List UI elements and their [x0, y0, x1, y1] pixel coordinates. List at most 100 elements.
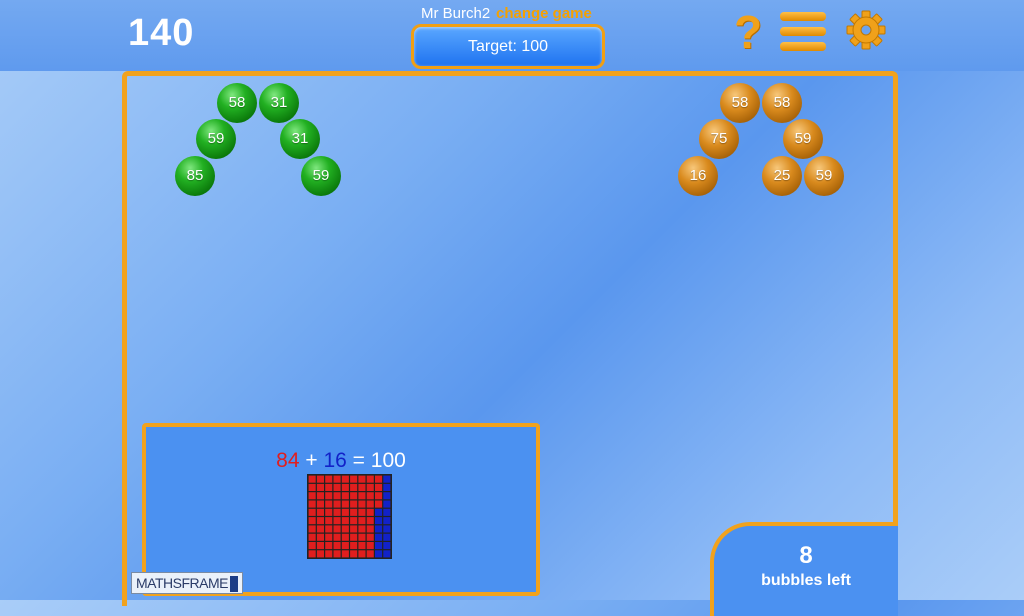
blue-unit-square [383, 500, 391, 508]
player-name: Mr Burch2 [421, 5, 491, 22]
red-unit-square [341, 533, 349, 541]
addend-b: 16 [323, 449, 347, 472]
red-unit-square [316, 533, 324, 541]
top-bar: 140 Mr Burch2 change game Target: 100 ? [0, 0, 1024, 71]
red-unit-square [325, 492, 333, 500]
red-unit-square [333, 508, 341, 516]
green-bubble[interactable]: 31 [259, 83, 299, 123]
red-unit-square [375, 475, 383, 483]
red-unit-square [333, 492, 341, 500]
green-bubble[interactable]: 85 [175, 156, 215, 196]
red-unit-square [308, 533, 316, 541]
red-unit-square [325, 542, 333, 550]
red-unit-square [358, 542, 366, 550]
red-unit-square [341, 525, 349, 533]
equals-sign: = [352, 449, 365, 472]
red-unit-square [333, 483, 341, 491]
green-bubble[interactable]: 58 [217, 83, 257, 123]
blue-unit-square [375, 542, 383, 550]
red-unit-square [308, 517, 316, 525]
red-unit-square [366, 508, 374, 516]
red-unit-square [333, 550, 341, 558]
blue-unit-square [383, 517, 391, 525]
red-unit-square [358, 500, 366, 508]
red-unit-square [325, 475, 333, 483]
hamburger-menu-icon[interactable] [780, 8, 826, 56]
red-unit-square [316, 542, 324, 550]
red-unit-square [316, 492, 324, 500]
green-bubble[interactable]: 31 [280, 119, 320, 159]
orange-bubble[interactable]: 58 [720, 83, 760, 123]
red-unit-square [366, 517, 374, 525]
red-unit-square [341, 542, 349, 550]
red-unit-square [333, 500, 341, 508]
bubbles-left-panel: 8 bubbles left [710, 522, 898, 616]
red-unit-square [333, 517, 341, 525]
red-unit-square [308, 500, 316, 508]
red-unit-square [350, 492, 358, 500]
red-unit-square [350, 542, 358, 550]
red-unit-square [308, 475, 316, 483]
red-unit-square [350, 517, 358, 525]
blue-unit-square [383, 492, 391, 500]
red-unit-square [358, 550, 366, 558]
red-unit-square [308, 550, 316, 558]
red-unit-square [358, 475, 366, 483]
gear-icon[interactable] [846, 8, 886, 56]
red-unit-square [316, 508, 324, 516]
blue-unit-square [383, 483, 391, 491]
red-unit-square [341, 483, 349, 491]
orange-bubble[interactable]: 75 [699, 119, 739, 159]
red-unit-square [325, 483, 333, 491]
green-bubble[interactable]: 59 [196, 119, 236, 159]
red-unit-square [316, 483, 324, 491]
blue-unit-square [383, 508, 391, 516]
red-unit-square [366, 475, 374, 483]
change-game-link[interactable]: change game [496, 5, 592, 22]
blue-unit-square [375, 508, 383, 516]
red-unit-square [333, 533, 341, 541]
blue-unit-square [375, 525, 383, 533]
question-mark-icon[interactable]: ? [734, 8, 762, 56]
red-unit-square [358, 483, 366, 491]
red-unit-square [341, 550, 349, 558]
red-unit-square [358, 525, 366, 533]
blue-unit-square [375, 550, 383, 558]
red-unit-square [333, 475, 341, 483]
red-unit-square [350, 500, 358, 508]
hundred-square-grid [307, 474, 392, 559]
red-unit-square [341, 475, 349, 483]
red-unit-square [316, 525, 324, 533]
orange-bubble[interactable]: 59 [804, 156, 844, 196]
blue-unit-square [383, 542, 391, 550]
blue-unit-square [375, 517, 383, 525]
bubbles-left-label: bubbles left [761, 572, 851, 589]
red-unit-square [316, 500, 324, 508]
red-unit-square [308, 542, 316, 550]
red-unit-square [358, 508, 366, 516]
equation: 84 + 16 = 100 [146, 449, 536, 473]
red-unit-square [366, 525, 374, 533]
target-display: Target: 100 [411, 24, 605, 69]
red-unit-square [341, 492, 349, 500]
red-unit-square [333, 542, 341, 550]
red-unit-square [350, 550, 358, 558]
red-unit-square [358, 533, 366, 541]
red-unit-square [358, 517, 366, 525]
red-unit-square [358, 492, 366, 500]
blue-unit-square [383, 525, 391, 533]
red-unit-square [316, 475, 324, 483]
orange-bubble[interactable]: 16 [678, 156, 718, 196]
red-unit-square [333, 525, 341, 533]
red-unit-square [341, 517, 349, 525]
orange-bubble[interactable]: 59 [783, 119, 823, 159]
orange-bubble[interactable]: 58 [762, 83, 802, 123]
red-unit-square [308, 492, 316, 500]
green-bubble[interactable]: 59 [301, 156, 341, 196]
orange-bubble[interactable]: 25 [762, 156, 802, 196]
blue-unit-square [383, 550, 391, 558]
red-unit-square [325, 517, 333, 525]
red-unit-square [350, 475, 358, 483]
red-unit-square [366, 500, 374, 508]
red-unit-square [325, 533, 333, 541]
